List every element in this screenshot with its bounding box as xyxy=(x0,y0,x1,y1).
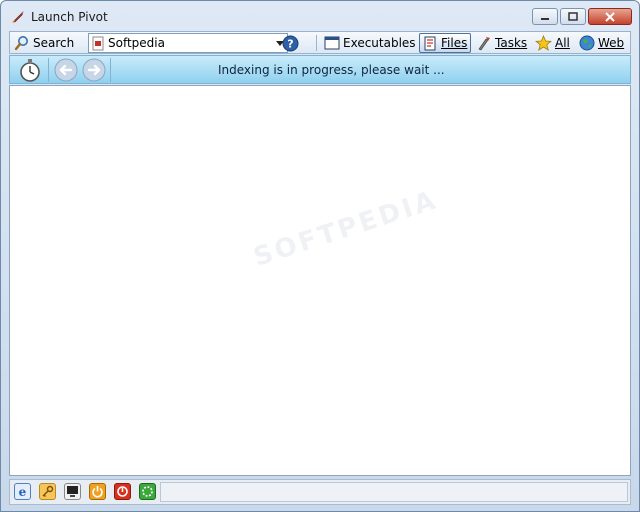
status-text: Indexing is in progress, please wait ... xyxy=(218,63,445,77)
key-button[interactable] xyxy=(39,483,56,500)
nav-separator xyxy=(48,58,49,82)
forward-arrow-icon xyxy=(82,58,106,82)
shutdown-icon xyxy=(117,486,128,497)
document-icon xyxy=(92,36,104,50)
help-icon: ? xyxy=(282,35,299,51)
quick-launch-bar: e xyxy=(9,479,631,505)
tab-tasks[interactable]: Tasks xyxy=(476,33,527,53)
toolbar-separator xyxy=(316,35,317,51)
search-input[interactable]: Softpedia xyxy=(108,36,273,50)
tasks-icon xyxy=(478,37,490,51)
svg-text:e: e xyxy=(19,485,27,498)
restart-button[interactable] xyxy=(139,483,156,500)
restart-icon xyxy=(142,486,153,497)
shutdown-button[interactable] xyxy=(114,483,131,500)
quick-launch-icons: e xyxy=(14,483,156,500)
globe-icon xyxy=(579,35,595,51)
window-controls xyxy=(532,8,632,25)
results-pane[interactable]: SOFTPEDIA xyxy=(9,85,631,476)
search-combo[interactable]: Softpedia xyxy=(88,33,288,53)
tab-all[interactable]: All xyxy=(535,33,570,53)
navigation-bar: Indexing is in progress, please wait ... xyxy=(9,55,631,84)
bottom-status-field xyxy=(160,482,628,502)
close-icon xyxy=(605,11,615,22)
search-label: Search xyxy=(33,36,75,50)
search-button[interactable]: Search xyxy=(14,33,74,53)
ie-button[interactable]: e xyxy=(14,483,31,500)
window-title: Launch Pivot xyxy=(31,10,108,24)
files-icon xyxy=(424,36,436,50)
tab-executables-label: Executables xyxy=(343,36,416,50)
main-toolbar: Search Softpedia ? Executables Files Tas… xyxy=(9,31,631,54)
key-icon xyxy=(42,485,54,497)
back-arrow-icon xyxy=(54,58,78,82)
watermark: SOFTPEDIA xyxy=(250,185,442,273)
forward-button[interactable] xyxy=(82,58,106,82)
star-icon xyxy=(535,35,552,51)
minimize-button[interactable] xyxy=(532,8,558,25)
computer-button[interactable] xyxy=(64,483,81,500)
close-button[interactable] xyxy=(588,8,632,25)
maximize-icon xyxy=(568,11,578,21)
stopwatch-icon xyxy=(20,59,40,82)
power-icon xyxy=(92,486,103,498)
stopwatch-button[interactable] xyxy=(18,58,42,82)
tab-web[interactable]: Web xyxy=(579,33,624,53)
ie-icon: e xyxy=(19,485,27,498)
help-button[interactable]: ? xyxy=(282,33,299,53)
tab-web-label: Web xyxy=(598,36,625,50)
back-button[interactable] xyxy=(54,58,78,82)
tab-tasks-label: Tasks xyxy=(495,36,528,50)
tab-all-label: All xyxy=(555,36,570,50)
rocket-icon xyxy=(12,11,24,23)
minimize-icon xyxy=(541,17,549,20)
app-window: Launch Pivot Search Softpedia ? Executab… xyxy=(0,0,640,512)
tab-files[interactable]: Files xyxy=(419,33,472,53)
nav-separator xyxy=(110,58,111,82)
maximize-button[interactable] xyxy=(560,8,586,25)
title-bar[interactable]: Launch Pivot xyxy=(1,1,639,31)
magnifier-icon xyxy=(14,36,28,51)
power-button[interactable] xyxy=(89,483,106,500)
tab-files-label: Files xyxy=(441,36,468,50)
window-icon xyxy=(324,36,340,49)
tab-executables[interactable]: Executables xyxy=(324,33,416,53)
computer-icon xyxy=(67,486,78,497)
svg-text:?: ? xyxy=(287,37,293,50)
